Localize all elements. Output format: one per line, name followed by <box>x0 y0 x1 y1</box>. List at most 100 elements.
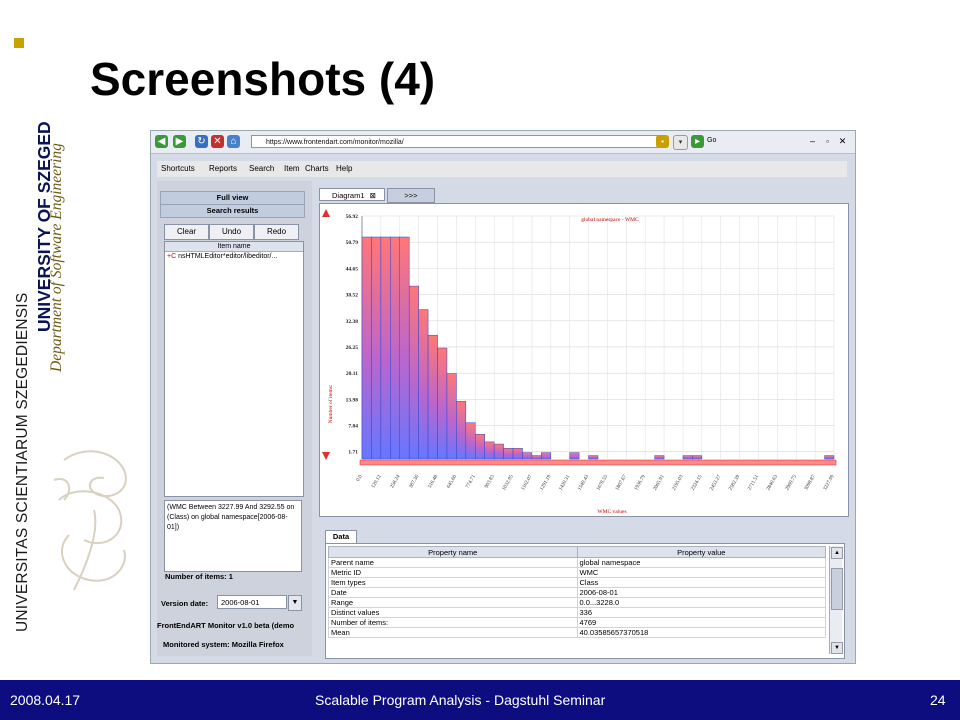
histogram-bar[interactable] <box>380 236 391 460</box>
menu-shortcuts[interactable]: Shortcuts <box>161 164 195 173</box>
header-property-name[interactable]: Property name <box>328 546 578 558</box>
x-tick-label: 903.83 <box>484 474 497 490</box>
back-icon[interactable]: ◀ <box>155 135 168 148</box>
tab-more[interactable]: >>> <box>387 188 435 203</box>
histogram-bar[interactable] <box>512 448 523 460</box>
histogram-chart: 56.92 50.79 44.65 38.52 32.38 26.25 20.11 13.98… <box>322 209 837 515</box>
histogram-bar[interactable] <box>465 422 476 460</box>
close-tab-icon[interactable]: ⊠ <box>370 191 376 200</box>
histogram-bar[interactable] <box>475 433 485 460</box>
version-date-select[interactable]: 2006-08-01 <box>217 595 287 609</box>
tab-search-results[interactable]: Search results <box>160 204 305 218</box>
histogram-bar[interactable] <box>692 455 703 460</box>
histogram-bar[interactable] <box>654 455 665 460</box>
x-tick-label: 645.60 <box>446 474 459 490</box>
clear-button[interactable]: Clear <box>164 224 209 240</box>
histogram-bar[interactable] <box>531 455 542 460</box>
histogram-bar[interactable] <box>588 455 599 460</box>
x-tick-label: 1032.95 <box>501 474 515 492</box>
query-text[interactable]: (WMC Between 3227.99 And 3292.55 on (Cla… <box>164 500 302 572</box>
histogram-bar[interactable] <box>503 448 514 460</box>
scroll-thumb[interactable] <box>831 568 843 610</box>
header-property-value[interactable]: Property value <box>576 546 826 558</box>
x-tick-label: 1162.07 <box>520 474 534 492</box>
chart-pane: 56.92 50.79 44.65 38.52 32.38 26.25 20.11 13.98… <box>319 203 849 517</box>
y-tick-label: 20.11 <box>346 371 358 377</box>
scroll-up-arrow-icon[interactable] <box>322 209 330 217</box>
lock-icon: ▪ <box>656 135 669 148</box>
histogram-bar[interactable] <box>446 373 457 460</box>
table-row[interactable]: Range 0.0...3228.0 <box>328 597 826 608</box>
dropdown-arrow-icon[interactable]: ▾ <box>673 135 688 150</box>
histogram-bar[interactable] <box>541 452 552 460</box>
home-icon[interactable]: ⌂ <box>227 135 240 148</box>
histogram-bar[interactable] <box>361 236 372 460</box>
chevron-down-icon[interactable]: ▼ <box>288 595 302 611</box>
x-tick-label: 2453.27 <box>709 474 723 492</box>
x-tick-label: 2324.15 <box>690 474 704 492</box>
department-name: Department of Software Engineering <box>48 143 65 372</box>
cell-property-name: Date <box>328 587 578 598</box>
menu-search[interactable]: Search <box>249 164 274 173</box>
table-row[interactable]: Parent name global namespace <box>328 557 826 568</box>
histogram-bar[interactable] <box>418 309 429 460</box>
item-list-header[interactable]: Item name <box>165 242 303 252</box>
restore-icon[interactable]: ▫ <box>821 135 834 148</box>
forward-icon[interactable]: ▶ <box>173 135 186 148</box>
range-slider[interactable] <box>359 459 837 466</box>
tab-data[interactable]: Data <box>325 530 357 544</box>
menu-help[interactable]: Help <box>336 164 352 173</box>
y-tick-label: 56.92 <box>346 214 359 220</box>
histogram-bar[interactable] <box>456 401 467 460</box>
property-table: Property name Property value Parent name… <box>328 546 826 638</box>
table-row[interactable]: Item types Class <box>328 577 826 588</box>
close-icon[interactable]: ✕ <box>836 135 849 148</box>
histogram-bar[interactable] <box>493 443 504 460</box>
histogram-bar[interactable] <box>371 236 382 460</box>
histogram-bar[interactable] <box>408 285 419 460</box>
table-row[interactable]: Metric ID WMC <box>328 567 826 578</box>
table-row[interactable]: Mean 40.03585657370518 <box>328 627 826 638</box>
cell-property-name: Metric ID <box>328 567 578 578</box>
histogram-bar[interactable] <box>427 334 438 460</box>
histogram-bar[interactable] <box>522 452 533 460</box>
histogram-bar[interactable] <box>437 347 448 460</box>
table-row[interactable]: Distinct values 336 <box>328 607 826 618</box>
refresh-icon[interactable]: ↻ <box>195 135 208 148</box>
histogram-bar[interactable] <box>569 452 580 460</box>
scroll-down-icon[interactable]: ▼ <box>831 642 843 654</box>
university-latin-name: UNIVERSITAS SCIENTIARUM SZEGEDIENSIS <box>14 292 31 632</box>
redo-button[interactable]: Redo <box>254 224 299 240</box>
histogram-bar[interactable] <box>390 236 401 460</box>
tab-diagram1[interactable]: Diagram1 ⊠ <box>319 188 385 201</box>
table-scrollbar[interactable]: ▲ ▼ <box>829 546 843 654</box>
footer-date: 2008.04.17 <box>10 692 81 708</box>
scroll-down-arrow-icon[interactable] <box>322 452 330 460</box>
list-item-label: nsHTMLEditor*editor/libeditor/... <box>178 253 278 260</box>
undo-button[interactable]: Undo <box>209 224 254 240</box>
x-tick-label: 258.24 <box>389 474 402 490</box>
menu-item[interactable]: Item <box>284 164 300 173</box>
page-number: 24 <box>930 692 946 708</box>
go-icon[interactable]: ▸ <box>691 135 704 148</box>
app-screenshot: ◀ ▶ ↻ ✕ ⌂ https://www.frontendart.com/mo… <box>150 130 856 664</box>
x-tick-label: 516.48 <box>427 474 440 490</box>
table-row[interactable]: Date 2006-08-01 <box>328 587 826 598</box>
tab-diagram1-label: Diagram1 <box>332 191 365 200</box>
stop-icon[interactable]: ✕ <box>211 135 224 148</box>
go-label[interactable]: Go <box>707 137 716 144</box>
list-item[interactable]: +C nsHTMLEditor*editor/libeditor/... <box>167 253 277 260</box>
x-tick-label: 2711.51 <box>747 474 761 492</box>
minimize-icon[interactable]: – <box>806 135 819 148</box>
address-bar[interactable]: https://www.frontendart.com/monitor/mozi… <box>251 135 666 148</box>
histogram-bar[interactable] <box>399 236 410 460</box>
scroll-up-icon[interactable]: ▲ <box>831 547 843 559</box>
menu-charts[interactable]: Charts <box>305 164 329 173</box>
tab-full-view[interactable]: Full view <box>160 191 305 205</box>
histogram-bar[interactable] <box>484 441 495 460</box>
version-date-label: Version date: <box>161 599 209 608</box>
histogram-bar[interactable] <box>824 455 835 460</box>
histogram-bar[interactable] <box>682 455 693 460</box>
menu-reports[interactable]: Reports <box>209 164 237 173</box>
table-row[interactable]: Number of items: 4769 <box>328 617 826 628</box>
